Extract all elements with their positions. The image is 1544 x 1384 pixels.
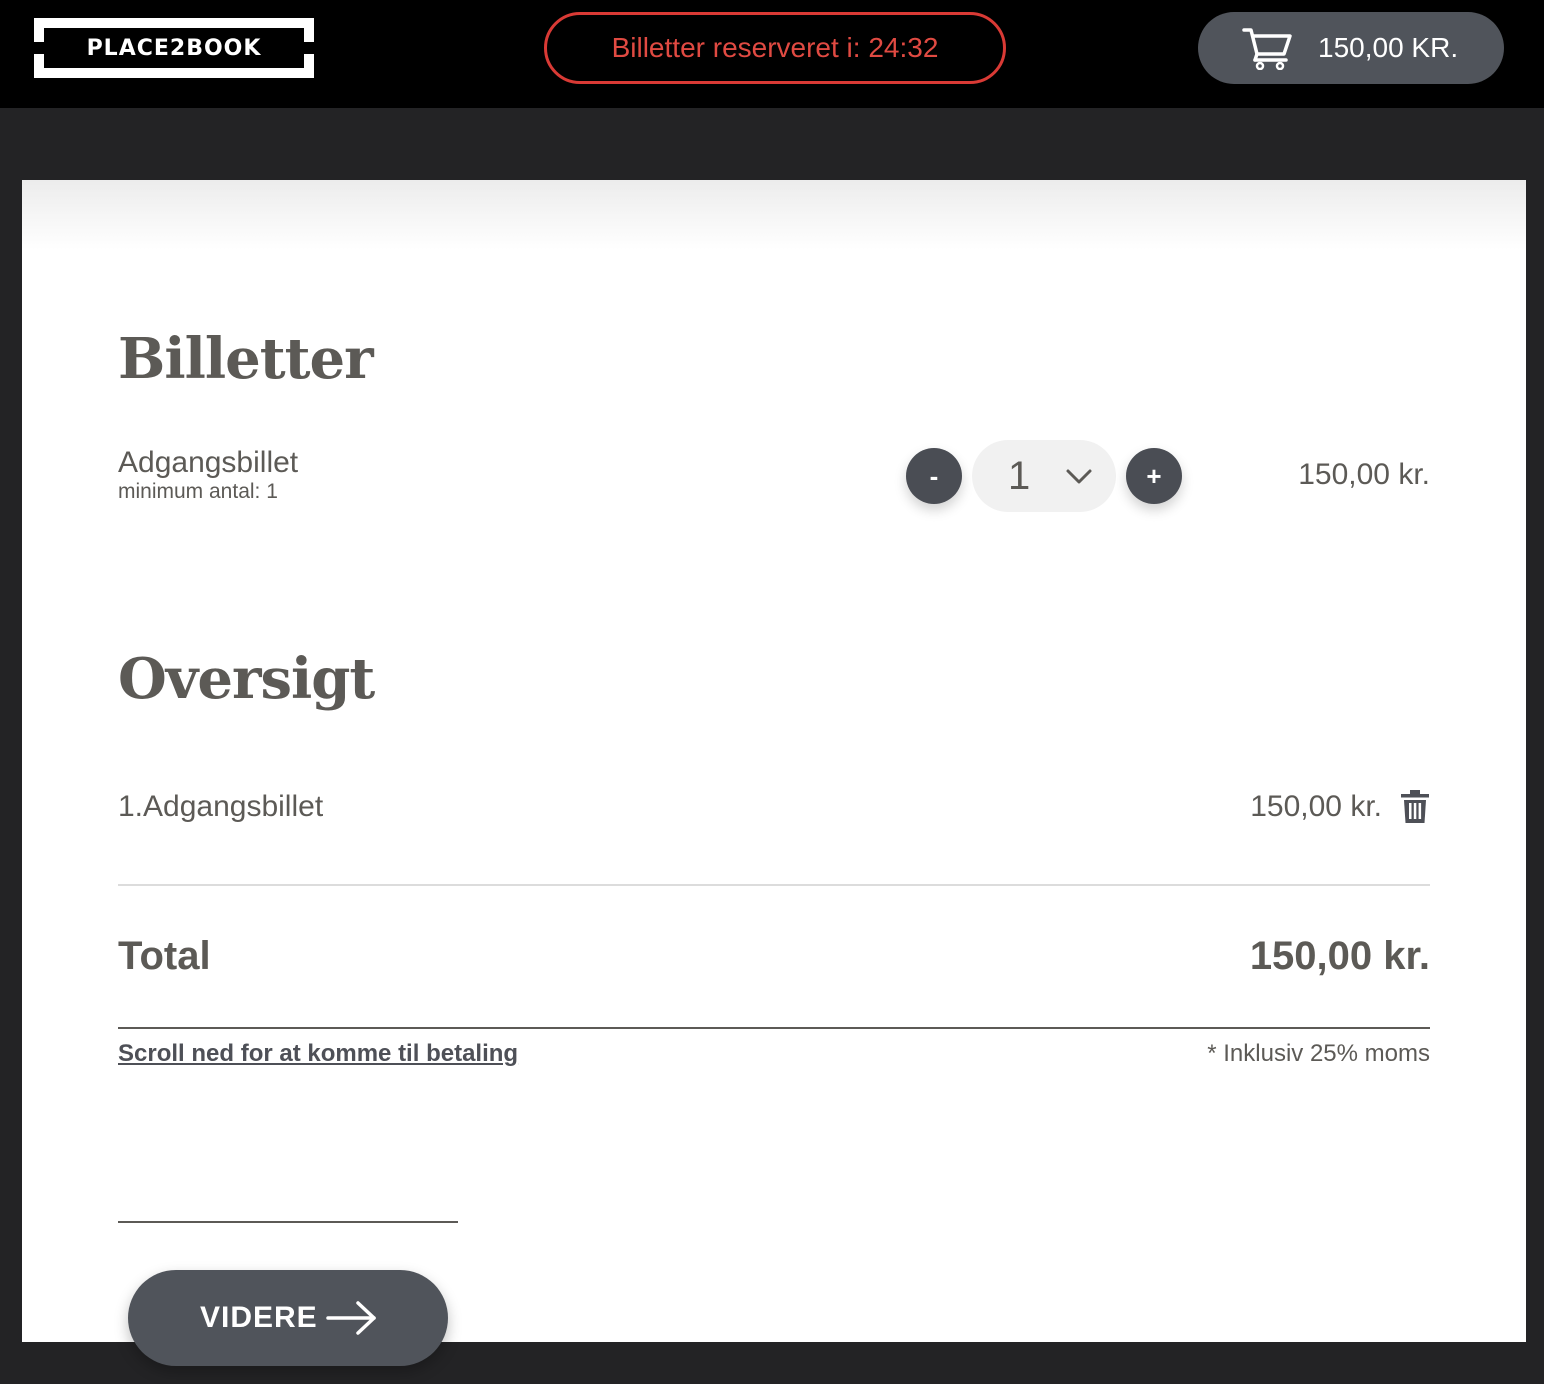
cart-total: 150,00 KR. [1318, 32, 1459, 63]
ticket-minimum: minimum antal: 1 [118, 480, 278, 503]
vat-note: * Inklusiv 25% moms [1207, 1040, 1430, 1067]
chevron-down-icon [1066, 469, 1092, 484]
overview-divider [118, 884, 1430, 886]
quantity-value: 1 [1008, 453, 1031, 498]
trash-icon[interactable] [1400, 790, 1430, 824]
shopping-cart-icon [1242, 28, 1292, 70]
section-divider [118, 1221, 458, 1223]
total-label: Total [118, 934, 211, 978]
quantity-select[interactable]: 1 [972, 440, 1116, 512]
panel-shadow [22, 180, 1526, 250]
overview-line-price: 150,00 kr. [1250, 790, 1382, 823]
total-value: 150,00 kr. [1249, 934, 1430, 978]
cart-button[interactable]: 150,00 KR. [1198, 12, 1504, 84]
logo-text: PLACE2BOOK [86, 35, 262, 61]
next-button-label: VIDERE [200, 1301, 318, 1334]
tickets-heading: Billetter [118, 326, 374, 392]
booking-panel: Billetter Adgangsbillet minimum antal: 1… [22, 180, 1526, 1342]
total-divider [118, 1027, 1430, 1029]
next-button[interactable]: VIDERE [128, 1270, 448, 1366]
overview-line-label: 1.Adgangsbillet [118, 790, 324, 823]
reservation-timer: Billetter reserveret i: 24:32 [544, 12, 1006, 84]
scroll-to-payment-link[interactable]: Scroll ned for at komme til betaling [118, 1040, 518, 1068]
increment-button[interactable]: + [1126, 448, 1182, 504]
ticket-price: 150,00 kr. [1298, 458, 1430, 491]
decrement-button[interactable]: - [906, 448, 962, 504]
ticket-name: Adgangsbillet [118, 446, 299, 479]
place2book-logo[interactable]: PLACE2BOOK [34, 18, 314, 78]
top-bar: PLACE2BOOK Billetter reserveret i: 24:32… [0, 0, 1544, 108]
arrow-right-icon [326, 1301, 376, 1335]
overview-heading: Oversigt [118, 646, 375, 712]
